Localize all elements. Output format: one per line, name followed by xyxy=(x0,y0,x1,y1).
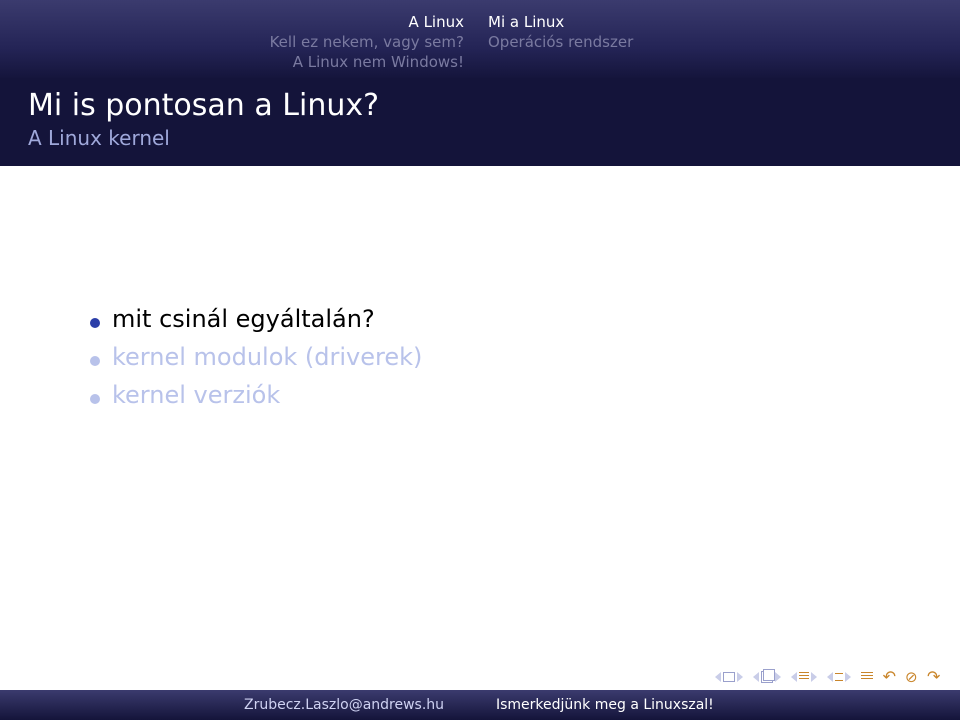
subsection-icon xyxy=(799,672,809,681)
bullet-icon xyxy=(90,394,100,404)
list-item: mit csinál egyáltalán? xyxy=(90,300,422,338)
list-item-text: mit csinál egyáltalán? xyxy=(112,300,375,338)
header-nav-sections: A Linux Kell ez nekem, vagy sem? A Linux… xyxy=(0,12,480,72)
header-nav: A Linux Kell ez nekem, vagy sem? A Linux… xyxy=(0,12,960,72)
next-slide-icon[interactable] xyxy=(737,672,743,682)
next-frame-icon[interactable] xyxy=(775,672,781,682)
list-item-text: kernel modulok (driverek) xyxy=(112,338,422,376)
section-icon xyxy=(835,673,843,681)
navigation-icons: ↶ ⊘ ↶ xyxy=(715,667,940,686)
nav-section-dim[interactable]: A Linux nem Windows! xyxy=(0,52,464,72)
prev-slide-icon[interactable] xyxy=(715,672,721,682)
go-back-icon[interactable]: ↶ xyxy=(883,667,895,686)
prev-section-icon[interactable] xyxy=(827,672,833,682)
list-item-text: kernel verziók xyxy=(112,376,280,414)
body-content: mit csinál egyáltalán? kernel modulok (d… xyxy=(90,300,422,414)
bullet-icon xyxy=(90,356,100,366)
footer: Zrubecz.Laszlo@andrews.hu Ismerkedjünk m… xyxy=(0,690,960,720)
nav-section-active[interactable]: A Linux xyxy=(0,12,464,32)
redo-icon[interactable]: ↶ xyxy=(928,667,940,686)
nav-frame-group xyxy=(753,671,781,683)
nav-slide-group xyxy=(715,672,743,682)
frame-title: Mi is pontosan a Linux? xyxy=(28,88,932,124)
prev-frame-icon[interactable] xyxy=(753,672,759,682)
nav-subsection-active[interactable]: Mi a Linux xyxy=(488,12,960,32)
list-item: kernel modulok (driverek) xyxy=(90,338,422,376)
nav-subsection-dim[interactable]: Operációs rendszer xyxy=(488,32,960,52)
footer-title: Ismerkedjünk meg a Linuxszal! xyxy=(496,697,714,713)
slide: A Linux Kell ez nekem, vagy sem? A Linux… xyxy=(0,0,960,720)
frame-subtitle: A Linux kernel xyxy=(28,126,932,150)
next-subsection-icon[interactable] xyxy=(811,672,817,682)
prev-subsection-icon[interactable] xyxy=(791,672,797,682)
bullet-icon xyxy=(90,318,100,328)
search-icon[interactable]: ⊘ xyxy=(905,668,918,686)
next-section-icon[interactable] xyxy=(845,672,851,682)
frame-icon xyxy=(761,671,773,683)
slide-icon xyxy=(723,672,735,682)
header-nav-subsections: Mi a Linux Operációs rendszer xyxy=(480,12,960,72)
title-block: Mi is pontosan a Linux? A Linux kernel xyxy=(0,78,960,166)
nav-section-group xyxy=(827,672,851,682)
nav-section-dim[interactable]: Kell ez nekem, vagy sem? xyxy=(0,32,464,52)
footer-author: Zrubecz.Laszlo@andrews.hu xyxy=(244,697,444,713)
nav-subsection-group xyxy=(791,672,817,682)
outline-icon[interactable] xyxy=(861,672,873,681)
list-item: kernel verziók xyxy=(90,376,422,414)
